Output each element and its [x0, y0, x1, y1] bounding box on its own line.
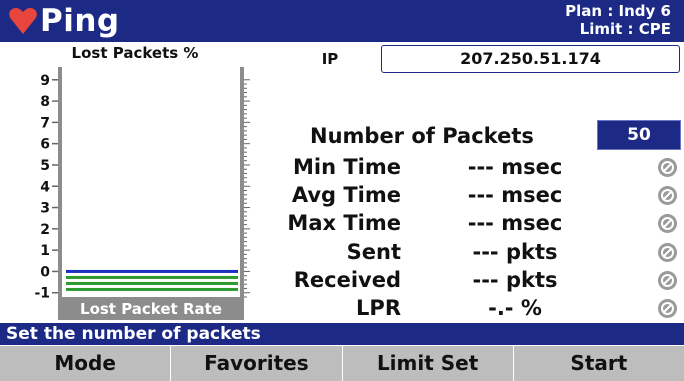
stat-value: --- msec — [467, 155, 563, 179]
heart-logo-icon — [9, 8, 37, 34]
stat-label: Min Time — [292, 155, 401, 179]
status-bar: Set the number of packets — [0, 323, 684, 345]
stat-row-avg-time: Avg Time --- msec — [0, 180, 684, 210]
plan-label: Plan : Indy 6 — [565, 2, 671, 20]
stat-label: Received — [293, 268, 401, 292]
favorites-button[interactable]: Favorites — [171, 346, 343, 381]
not-available-icon — [658, 214, 677, 233]
stat-value: --- pkts — [472, 268, 558, 292]
ip-address-field[interactable]: 207.250.51.174 — [381, 45, 680, 73]
y-tick-label: 7 — [40, 115, 50, 131]
not-available-icon — [658, 186, 677, 205]
not-available-icon — [658, 271, 677, 290]
stat-label: Avg Time — [291, 183, 401, 207]
stat-value: --- msec — [467, 211, 563, 235]
number-of-packets-label: Number of Packets — [310, 124, 534, 148]
y-tick-label: 8 — [40, 94, 50, 110]
limit-set-button[interactable]: Limit Set — [343, 346, 514, 381]
y-tick-label: 6 — [40, 137, 50, 153]
title-bar: Ping Plan : Indy 6 Limit : CPE — [0, 0, 684, 42]
not-available-icon — [658, 243, 677, 262]
y-tick-label: 9 — [40, 73, 50, 89]
stat-row-lpr: LPR -.- % — [0, 293, 684, 323]
page-title: Ping — [40, 3, 120, 39]
mode-button[interactable]: Mode — [0, 346, 172, 381]
stat-row-received: Received --- pkts — [0, 265, 684, 295]
stat-value: --- msec — [467, 183, 563, 207]
softkey-bar: Mode Favorites Limit Set Start — [0, 346, 684, 381]
ip-label: IP — [321, 50, 339, 68]
plan-limit-info: Plan : Indy 6 Limit : CPE — [565, 2, 671, 38]
stat-label: Max Time — [287, 211, 401, 235]
stat-value: -.- % — [488, 296, 542, 320]
stat-row-sent: Sent --- pkts — [0, 237, 684, 267]
stat-value: --- pkts — [472, 240, 558, 264]
stat-label: Sent — [346, 240, 401, 264]
not-available-icon — [658, 158, 677, 177]
start-button[interactable]: Start — [514, 346, 684, 381]
stat-row-min-time: Min Time --- msec — [0, 152, 684, 182]
stat-row-max-time: Max Time --- msec — [0, 208, 684, 238]
chart-title: Lost Packets % — [71, 44, 199, 62]
limit-label: Limit : CPE — [579, 20, 671, 38]
stat-label: LPR — [356, 296, 401, 320]
not-available-icon — [658, 299, 677, 318]
number-of-packets-field[interactable]: 50 — [597, 120, 681, 150]
